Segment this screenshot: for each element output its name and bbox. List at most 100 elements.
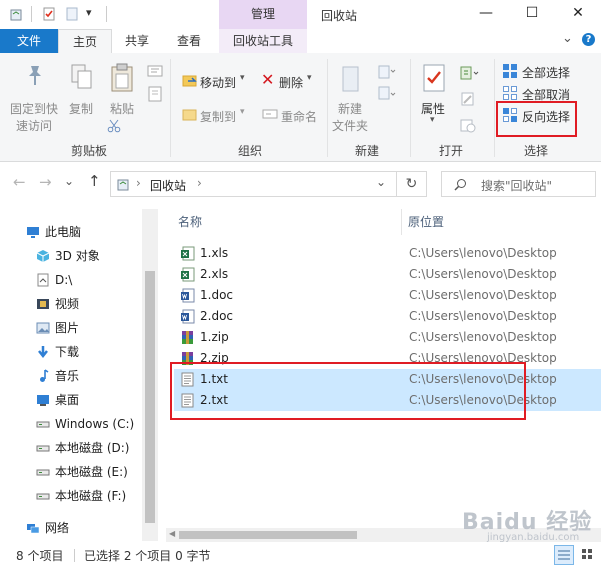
new-folder-qat-icon[interactable] bbox=[65, 7, 79, 21]
cut-small-icon[interactable] bbox=[147, 65, 163, 77]
zip-file-icon bbox=[182, 331, 193, 344]
group-divider bbox=[494, 59, 495, 157]
nav-item[interactable]: 本地磁盘 (E:) bbox=[0, 461, 142, 483]
up-icon[interactable]: ↑ bbox=[88, 172, 101, 190]
column-divider[interactable] bbox=[401, 209, 402, 235]
nav-item[interactable]: 视频 bbox=[0, 293, 142, 315]
nav-item[interactable]: 音乐 bbox=[0, 365, 142, 387]
new-item-icon[interactable] bbox=[378, 65, 396, 79]
tab-manage[interactable]: 管理 bbox=[219, 0, 307, 29]
tab-view[interactable]: 查看 bbox=[163, 29, 215, 53]
nav-item[interactable]: 本地磁盘 (D:) bbox=[0, 437, 142, 459]
nav-item-label: 3D 对象 bbox=[55, 249, 100, 263]
close-button[interactable]: ✕ bbox=[555, 0, 601, 29]
help-icon[interactable]: ? bbox=[582, 33, 595, 46]
address-history-dropdown-icon[interactable]: ⌄ bbox=[376, 175, 386, 189]
organize-group-label: 组织 bbox=[237, 144, 262, 158]
easy-access-icon[interactable] bbox=[378, 86, 396, 102]
music-icon bbox=[40, 369, 49, 382]
nav-item[interactable]: 3D 对象 bbox=[0, 245, 142, 267]
breadcrumb-recycle-bin[interactable]: 回收站 bbox=[150, 177, 186, 194]
pictures-icon bbox=[36, 322, 50, 334]
properties-button[interactable]: 属性 ▾ bbox=[415, 59, 455, 135]
drive-icon bbox=[36, 445, 50, 452]
scroll-left-icon[interactable]: ◀ bbox=[169, 529, 175, 538]
pin-icon bbox=[29, 66, 41, 85]
nav-item-label: 图片 bbox=[55, 321, 80, 335]
scissors-icon[interactable] bbox=[107, 119, 121, 133]
edit-icon[interactable] bbox=[460, 91, 476, 107]
select-none-icon bbox=[503, 86, 517, 100]
window-title: 回收站 bbox=[321, 9, 358, 23]
nav-item[interactable]: 此电脑 bbox=[0, 221, 142, 243]
rename-button[interactable]: 重命名 bbox=[258, 103, 320, 127]
group-divider bbox=[327, 59, 328, 157]
item-count: 8 个项目 bbox=[16, 549, 64, 563]
group-divider bbox=[410, 59, 411, 157]
nav-item[interactable]: 网络 bbox=[0, 517, 142, 539]
rename-icon bbox=[262, 109, 278, 119]
search-icon bbox=[454, 179, 466, 191]
properties-qat-icon[interactable] bbox=[42, 7, 56, 21]
recycle-bin-icon bbox=[117, 179, 129, 191]
breadcrumb-separator[interactable]: › bbox=[197, 176, 202, 190]
back-icon[interactable]: ← bbox=[13, 173, 26, 191]
select-all-icon bbox=[503, 64, 517, 78]
pin-label-line2: 速访问 bbox=[16, 119, 53, 133]
pin-to-quick-access-button[interactable]: 固定到快 速访问 bbox=[5, 59, 63, 135]
nav-item-label: 桌面 bbox=[55, 393, 80, 407]
file-row[interactable]: 1.zip C:\Users\lenovo\Desktop bbox=[174, 327, 601, 348]
address-bar[interactable]: › 回收站 › ⌄ bbox=[110, 171, 397, 197]
file-original-location: C:\Users\lenovo\Desktop bbox=[409, 309, 557, 323]
copy-path-icon[interactable] bbox=[147, 86, 163, 102]
search-input[interactable]: 搜索"回收站" bbox=[441, 171, 596, 197]
open-icon[interactable] bbox=[460, 65, 480, 81]
details-view-icon bbox=[558, 550, 570, 560]
tab-file[interactable]: 文件 bbox=[0, 29, 58, 53]
nav-item[interactable]: Windows (C:) bbox=[0, 413, 142, 435]
tab-home[interactable]: 主页 bbox=[58, 29, 112, 53]
qat-dropdown-icon[interactable]: ▾ bbox=[86, 6, 92, 19]
qat-divider bbox=[31, 6, 32, 22]
tab-recycle-bin-tools[interactable]: 回收站工具 bbox=[219, 29, 307, 53]
large-icons-view-button[interactable] bbox=[578, 545, 598, 565]
new-folder-button[interactable]: 新建 文件夹 bbox=[331, 59, 373, 135]
move-to-button[interactable]: 移动到 ▾ bbox=[177, 69, 249, 93]
horizontal-scrollbar-thumb[interactable] bbox=[179, 531, 357, 539]
select-all-label: 全部选择 bbox=[522, 66, 571, 80]
column-header-location[interactable]: 原位置 bbox=[408, 213, 444, 230]
recycle-bin-icon[interactable] bbox=[9, 7, 23, 21]
copy-button[interactable]: 复制 bbox=[66, 59, 98, 135]
excel-file-icon bbox=[181, 246, 195, 261]
delete-button[interactable]: ✕ 删除 ▾ bbox=[258, 69, 320, 93]
recent-locations-icon[interactable]: ⌄ bbox=[64, 174, 74, 188]
file-row[interactable]: 1.xls C:\Users\lenovo\Desktop bbox=[174, 243, 601, 264]
column-header-name[interactable]: 名称 bbox=[178, 213, 202, 230]
nav-item[interactable]: 本地磁盘 (F:) bbox=[0, 485, 142, 507]
nav-item[interactable]: 下载 bbox=[0, 341, 142, 363]
nav-scrollbar-thumb[interactable] bbox=[145, 271, 155, 523]
minimize-button[interactable]: — bbox=[463, 0, 509, 29]
forward-icon[interactable]: → bbox=[39, 173, 52, 191]
select-all-button[interactable]: 全部选择 bbox=[500, 61, 580, 81]
details-view-button[interactable] bbox=[554, 545, 574, 565]
3d-objects-icon bbox=[36, 250, 50, 262]
tab-share[interactable]: 共享 bbox=[112, 29, 162, 53]
properties-check-icon bbox=[423, 64, 445, 92]
drive-icon bbox=[36, 421, 50, 428]
large-icons-view-icon bbox=[582, 549, 592, 559]
nav-item[interactable]: 桌面 bbox=[0, 389, 142, 411]
nav-item[interactable]: 图片 bbox=[0, 317, 142, 339]
ribbon-expand-icon[interactable]: ⌄ bbox=[562, 31, 573, 46]
history-icon[interactable] bbox=[460, 117, 476, 133]
nav-item[interactable]: D:\ bbox=[0, 269, 142, 291]
file-row[interactable]: 1.doc C:\Users\lenovo\Desktop bbox=[174, 285, 601, 306]
refresh-button[interactable]: ↻ bbox=[397, 171, 427, 197]
maximize-button[interactable]: ☐ bbox=[509, 0, 555, 29]
select-none-button[interactable]: 全部取消 bbox=[500, 83, 580, 103]
file-name: 2.xls bbox=[200, 267, 229, 281]
ribbon-tab-row: 文件 主页 共享 查看 回收站工具 ⌄ ? bbox=[0, 29, 601, 54]
file-row[interactable]: 2.xls C:\Users\lenovo\Desktop bbox=[174, 264, 601, 285]
copy-to-button[interactable]: 复制到 ▾ bbox=[177, 103, 249, 127]
file-row[interactable]: 2.doc C:\Users\lenovo\Desktop bbox=[174, 306, 601, 327]
